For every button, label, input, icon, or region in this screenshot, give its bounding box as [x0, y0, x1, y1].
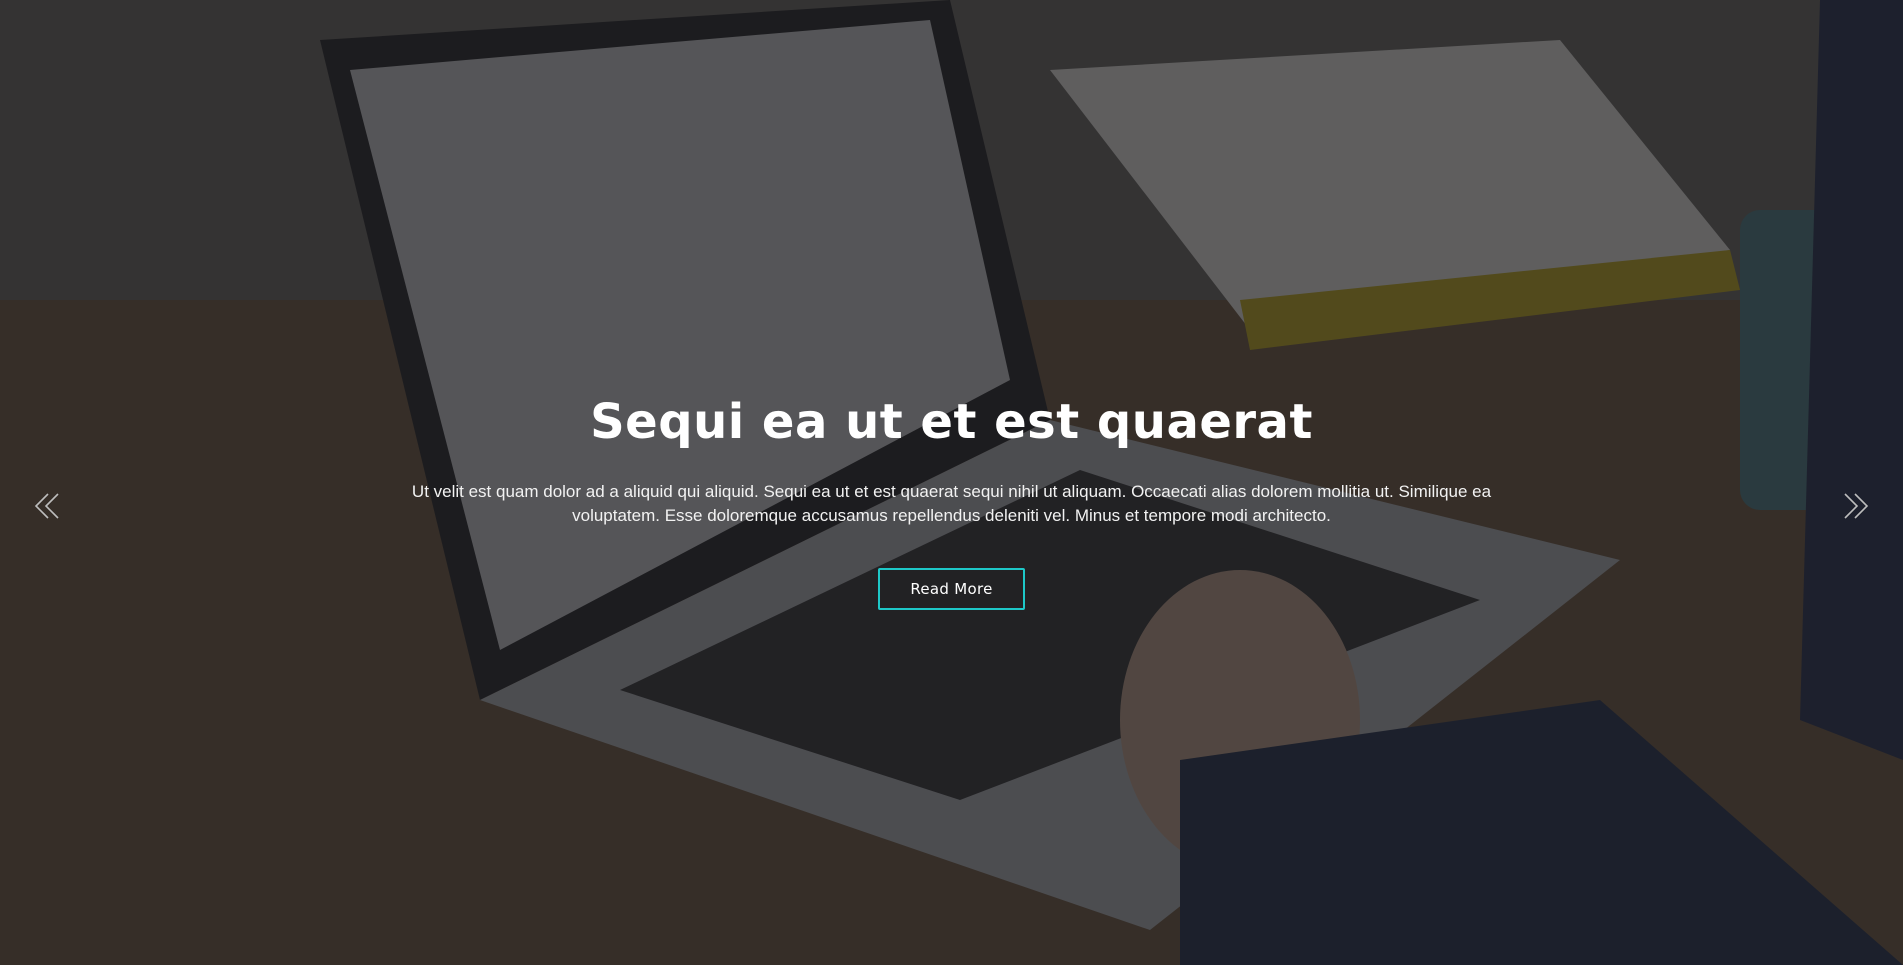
hero-slider: Sequi ea ut et est quaerat Ut velit est …: [0, 0, 1903, 965]
slide-content: Sequi ea ut et est quaerat Ut velit est …: [0, 392, 1903, 610]
slide-title: Sequi ea ut et est quaerat: [590, 394, 1313, 450]
double-chevron-left-icon: [34, 493, 59, 519]
read-more-button[interactable]: Read More: [878, 568, 1025, 610]
next-slide-button[interactable]: [1837, 488, 1873, 524]
previous-slide-button[interactable]: [30, 488, 66, 524]
double-chevron-right-icon: [1844, 493, 1869, 519]
slide-description: Ut velit est quam dolor ad a aliquid qui…: [411, 482, 1492, 525]
